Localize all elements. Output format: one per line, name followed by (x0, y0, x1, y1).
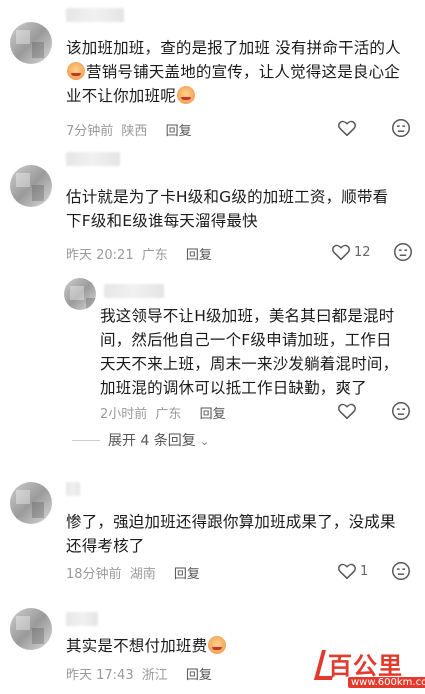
comment-line: 营销号铺天盖地的宣传，让人觉得这是良心企 (66, 60, 411, 84)
comment-text: 惨了，强迫加班还得跟你算加班成果了，没成果 还得考核了 (66, 510, 416, 558)
reply-button[interactable]: 回复 (186, 248, 212, 263)
comment-meta: 7分钟前 陕西 回复 (66, 120, 196, 139)
reply-button[interactable]: 回复 (166, 124, 192, 139)
comment-text: 估计就是为了卡H级和G级的加班工资，顺带看 下F级和E级谁每天溜得最快 (66, 185, 411, 233)
laugh-emoji-icon (208, 636, 227, 654)
comment-meta: 昨天 20:21 广东 回复 (66, 244, 216, 263)
comment-text: 我这领导不让H级加班，美名其曰都是混时 间，然后他自己一个F级申请加班，工作日 … (100, 304, 415, 400)
comment-time: 18分钟前 (66, 567, 122, 582)
comment-line: 下F级和E级谁每天溜得最快 (66, 212, 258, 230)
username-blurred[interactable] (66, 612, 98, 626)
comment-line: 业不让你加班呢 (66, 84, 411, 108)
watermark-url: www.600km.com (348, 677, 425, 688)
comment-time: 2小时前 (100, 407, 148, 422)
comment-line: 还得考核了 (66, 537, 145, 555)
heart-icon[interactable] (336, 560, 358, 582)
comment-actions: 1 (336, 560, 412, 582)
avatar[interactable] (64, 278, 96, 310)
comment-meta: 2小时前 广东 回复 (100, 403, 230, 422)
comment-time: 昨天 17:43 (66, 668, 134, 683)
comment-actions (336, 400, 412, 422)
username-blurred[interactable] (66, 482, 80, 496)
heart-icon[interactable] (336, 400, 358, 422)
like-count: 1 (360, 563, 369, 579)
comment-location: 浙江 (141, 668, 168, 683)
comment-meta: 18分钟前 湖南 回复 (66, 563, 204, 582)
dislike-face-icon[interactable] (390, 560, 412, 582)
watermark-logo: 百公里 www.600km.com (313, 640, 425, 694)
comment-line: 天天不来上班，周末一来沙发躺着混时间， (100, 355, 399, 373)
expand-replies-button[interactable]: 展开 4 条回复 ⌄ (108, 430, 209, 450)
avatar[interactable] (10, 22, 52, 64)
dislike-face-icon[interactable] (390, 117, 412, 139)
comment-actions (336, 117, 412, 139)
expand-divider (72, 440, 100, 441)
expand-replies-label: 展开 4 条回复 (108, 433, 196, 449)
comment-line: 估计就是为了卡H级和G级的加班工资，顺带看 (66, 188, 389, 206)
reply-button[interactable]: 回复 (186, 668, 212, 683)
avatar[interactable] (10, 165, 52, 207)
comment-text: 该加班加班，查的是报了加班 没有拼命干活的人 营销号铺天盖地的宣传，让人觉得这是… (66, 36, 411, 108)
like-count: 12 (354, 244, 371, 260)
comment-location: 广东 (155, 407, 182, 422)
laugh-emoji-icon (67, 62, 85, 80)
comment-line: 加班混的调休可以抵工作日缺勤，爽了 (100, 379, 367, 397)
comment-line: 间，然后他自己一个F级申请加班，工作日 (100, 331, 392, 349)
comment-time: 7分钟前 (66, 124, 114, 139)
laugh-emoji-icon (176, 86, 195, 104)
reply-button[interactable]: 回复 (200, 407, 226, 422)
comment-meta: 昨天 17:43 浙江 回复 (66, 664, 216, 683)
username-blurred[interactable] (66, 8, 124, 22)
comment-line: 该加班加班，查的是报了加班 没有拼命干活的人 (66, 39, 401, 57)
dislike-face-icon[interactable] (392, 241, 414, 263)
reply-button[interactable]: 回复 (174, 567, 200, 582)
comment-actions: 12 (330, 241, 414, 263)
comment-location: 广东 (141, 248, 168, 263)
comment-time: 昨天 20:21 (66, 248, 134, 263)
heart-icon[interactable] (336, 117, 358, 139)
avatar[interactable] (10, 608, 52, 650)
avatar[interactable] (10, 482, 52, 524)
chevron-down-icon: ⌄ (199, 435, 210, 448)
comment-line: 惨了，强迫加班还得跟你算加班成果了，没成果 (66, 513, 396, 531)
username-blurred[interactable] (104, 284, 164, 298)
watermark-brand: 百公里 (328, 652, 403, 680)
username-blurred[interactable] (66, 152, 120, 166)
comment-location: 陕西 (121, 124, 148, 139)
comment-line: 我这领导不让H级加班，美名其曰都是混时 (100, 307, 395, 325)
heart-icon[interactable] (330, 241, 352, 263)
dislike-face-icon[interactable] (390, 400, 412, 422)
comment-location: 湖南 (129, 567, 156, 582)
